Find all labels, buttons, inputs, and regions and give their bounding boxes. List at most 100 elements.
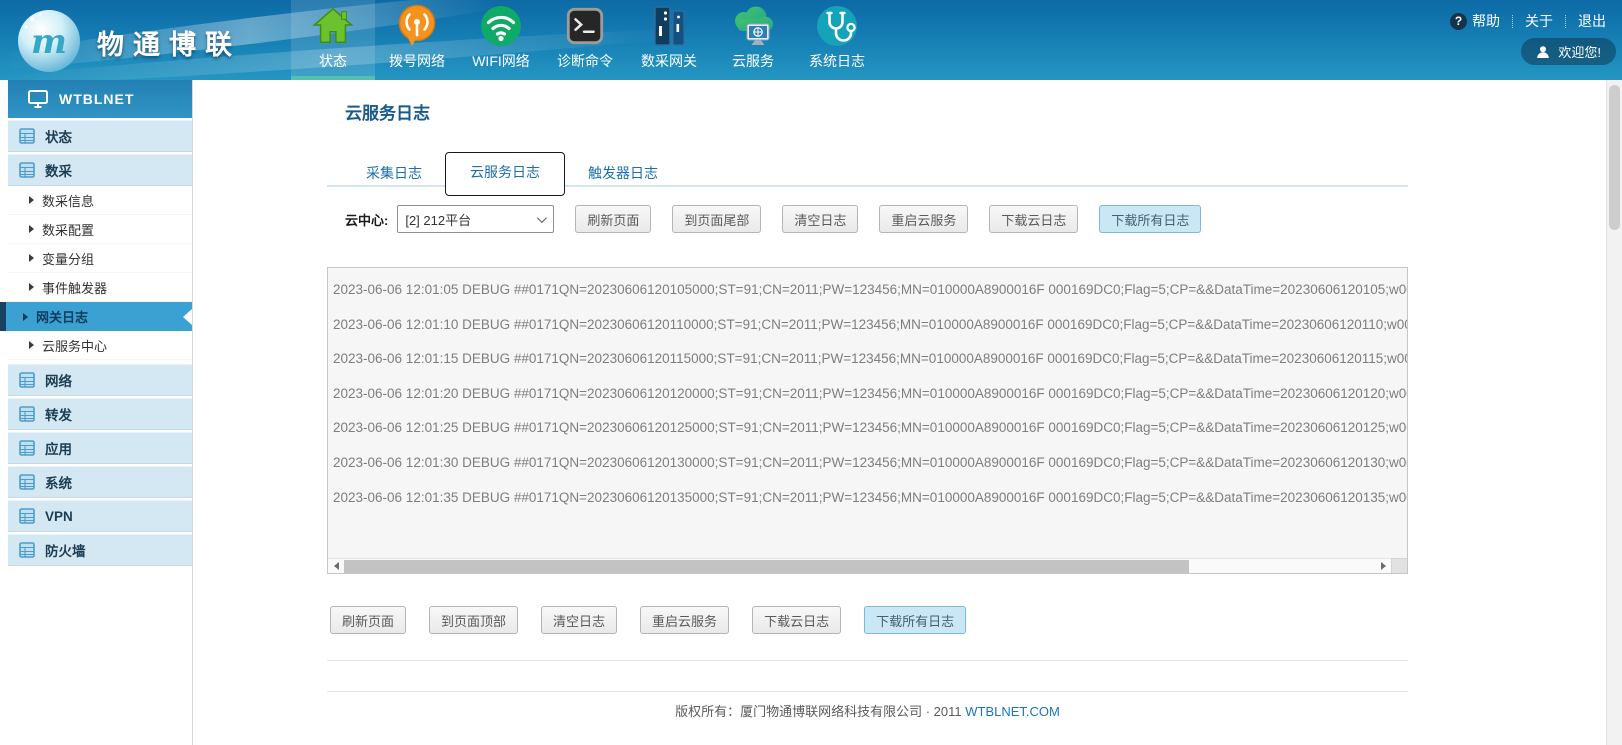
nav-item-cloud-service[interactable]: 云服务: [711, 0, 795, 80]
sidebar-item-firewall[interactable]: 防火墙: [8, 534, 192, 566]
brand-globe-icon: m: [14, 5, 84, 80]
clear-log-button[interactable]: 清空日志: [782, 205, 858, 233]
about-link[interactable]: 关于: [1525, 11, 1553, 31]
cloud-center-label: 云中心:: [345, 210, 388, 229]
content-divider: [327, 660, 1408, 661]
log-line: 2023-06-06 12:01:35 DEBUG ##0171QN=20230…: [333, 481, 1407, 516]
terminal-icon: [564, 3, 606, 49]
arrow-right-icon: [23, 313, 28, 321]
arrow-right-icon: [29, 225, 34, 233]
sidebar-item-status[interactable]: 状态: [8, 120, 192, 152]
log-viewer[interactable]: 2023-06-06 12:01:05 DEBUG ##0171QN=20230…: [327, 267, 1408, 574]
sidebar: WTBLNET 状态 数采 数采信息 数采配置 变量分组 事件触发器 网关日志 …: [0, 80, 193, 745]
home-icon: [312, 3, 354, 49]
wifi-icon: [479, 3, 523, 49]
nav-item-diagnostic[interactable]: 诊断命令: [543, 0, 627, 80]
nav-label: 拨号网络: [389, 53, 445, 69]
nav-label: 系统日志: [809, 53, 865, 69]
scroll-right-arrow-icon[interactable]: [1375, 559, 1391, 574]
table-icon: [19, 128, 35, 144]
top-links: ? 帮助 关于 退出: [1450, 11, 1606, 31]
logout-label: 退出: [1578, 11, 1606, 31]
arrow-right-icon: [29, 341, 34, 349]
main-nav: 状态 拨号网络: [291, 0, 879, 80]
sidebar-subitem-label: 数采配置: [42, 220, 94, 239]
arrow-right-icon: [29, 196, 34, 204]
sidebar-subitem-label: 云服务中心: [42, 336, 107, 355]
nav-item-dial-network[interactable]: 拨号网络: [375, 0, 459, 80]
svg-text:m: m: [31, 22, 67, 62]
nav-label: 云服务: [732, 53, 774, 69]
cloud-center-select[interactable]: [2] 212平台: [397, 205, 554, 233]
nav-item-system-log[interactable]: 系统日志: [795, 0, 879, 80]
clear-log-button[interactable]: 清空日志: [541, 606, 617, 634]
scroll-left-arrow-icon[interactable]: [328, 559, 344, 574]
arrow-right-icon: [29, 254, 34, 262]
sidebar-item-label: VPN: [45, 509, 73, 524]
sidebar-subitem-gateway-log[interactable]: 网关日志: [0, 302, 192, 331]
table-icon: [19, 508, 35, 524]
nav-item-status[interactable]: 状态: [291, 0, 375, 80]
restart-cloud-service-button[interactable]: 重启云服务: [879, 205, 968, 233]
go-to-bottom-button[interactable]: 到页面尾部: [672, 205, 761, 233]
sidebar-item-system[interactable]: 系统: [8, 466, 192, 498]
sidebar-device-name: WTBLNET: [59, 91, 134, 107]
sidebar-item-forwarding[interactable]: 转发: [8, 398, 192, 430]
wtblnet-link[interactable]: WTBLNET.COM: [965, 704, 1060, 719]
sidebar-subitem-label: 变量分组: [42, 249, 94, 268]
sidebar-subitem-event-trigger[interactable]: 事件触发器: [8, 273, 192, 302]
refresh-page-button[interactable]: 刷新页面: [330, 606, 406, 634]
help-link[interactable]: ? 帮助: [1450, 11, 1500, 31]
top-header: m 物通博联 状态: [0, 0, 1622, 80]
gateway-icon: [647, 3, 691, 49]
tab-trigger-log[interactable]: 触发器日志: [567, 155, 679, 194]
restart-cloud-service-button[interactable]: 重启云服务: [640, 606, 729, 634]
nav-item-wifi-network[interactable]: WIFI网络: [459, 0, 543, 80]
nav-item-gateway[interactable]: 数采网关: [627, 0, 711, 80]
sidebar-item-label: 网络: [45, 370, 72, 390]
sidebar-subitem-collect-config[interactable]: 数采配置: [8, 215, 192, 244]
chevron-down-icon: [537, 213, 547, 223]
nav-label: 数采网关: [641, 53, 697, 69]
user-icon: [1536, 45, 1550, 59]
sidebar-item-label: 状态: [45, 126, 72, 146]
scrollbar-thumb[interactable]: [344, 560, 1189, 573]
sidebar-subitem-label: 事件触发器: [42, 278, 107, 297]
log-tabs: 采集日志 云服务日志 触发器日志: [345, 152, 679, 194]
table-icon: [19, 406, 35, 422]
welcome-text: 欢迎您!: [1558, 42, 1601, 61]
download-all-logs-button[interactable]: 下载所有日志: [864, 606, 966, 634]
nav-label: 诊断命令: [557, 53, 613, 69]
sidebar-subitem-cloud-center[interactable]: 云服务中心: [8, 331, 192, 360]
horizontal-scrollbar[interactable]: [328, 558, 1391, 573]
welcome-badge[interactable]: 欢迎您!: [1521, 38, 1616, 65]
log-line: 2023-06-06 12:01:25 DEBUG ##0171QN=20230…: [333, 411, 1407, 446]
sidebar-item-vpn[interactable]: VPN: [8, 500, 192, 532]
log-line: 2023-06-06 12:01:20 DEBUG ##0171QN=20230…: [333, 377, 1407, 412]
logout-link[interactable]: 退出: [1578, 11, 1606, 31]
scrollbar-track[interactable]: [344, 559, 1375, 574]
sidebar-subitem-collect-info[interactable]: 数采信息: [8, 186, 192, 215]
question-icon: ?: [1450, 13, 1467, 30]
tab-cloud-service-log[interactable]: 云服务日志: [445, 152, 565, 196]
page-scrollbar-thumb[interactable]: [1609, 85, 1620, 230]
help-label: 帮助: [1472, 11, 1500, 31]
table-icon: [19, 440, 35, 456]
dial-network-icon: [395, 3, 439, 49]
download-cloud-log-button[interactable]: 下载云日志: [752, 606, 841, 634]
go-to-top-button[interactable]: 到页面顶部: [429, 606, 518, 634]
page-title: 云服务日志: [345, 99, 430, 124]
sidebar-item-network[interactable]: 网络: [8, 364, 192, 396]
sidebar-subitem-variable-group[interactable]: 变量分组: [8, 244, 192, 273]
sidebar-subitem-label: 网关日志: [36, 307, 88, 326]
separator: [1512, 15, 1513, 28]
sidebar-item-application[interactable]: 应用: [8, 432, 192, 464]
tab-collect-log[interactable]: 采集日志: [345, 155, 443, 194]
download-cloud-log-button[interactable]: 下载云日志: [989, 205, 1078, 233]
download-all-logs-button[interactable]: 下载所有日志: [1099, 205, 1201, 233]
page-scrollbar[interactable]: [1606, 80, 1622, 745]
sidebar-item-data-collect[interactable]: 数采: [8, 154, 192, 186]
table-icon: [19, 372, 35, 388]
sidebar-item-label: 防火墙: [45, 540, 86, 560]
refresh-page-button[interactable]: 刷新页面: [575, 205, 651, 233]
